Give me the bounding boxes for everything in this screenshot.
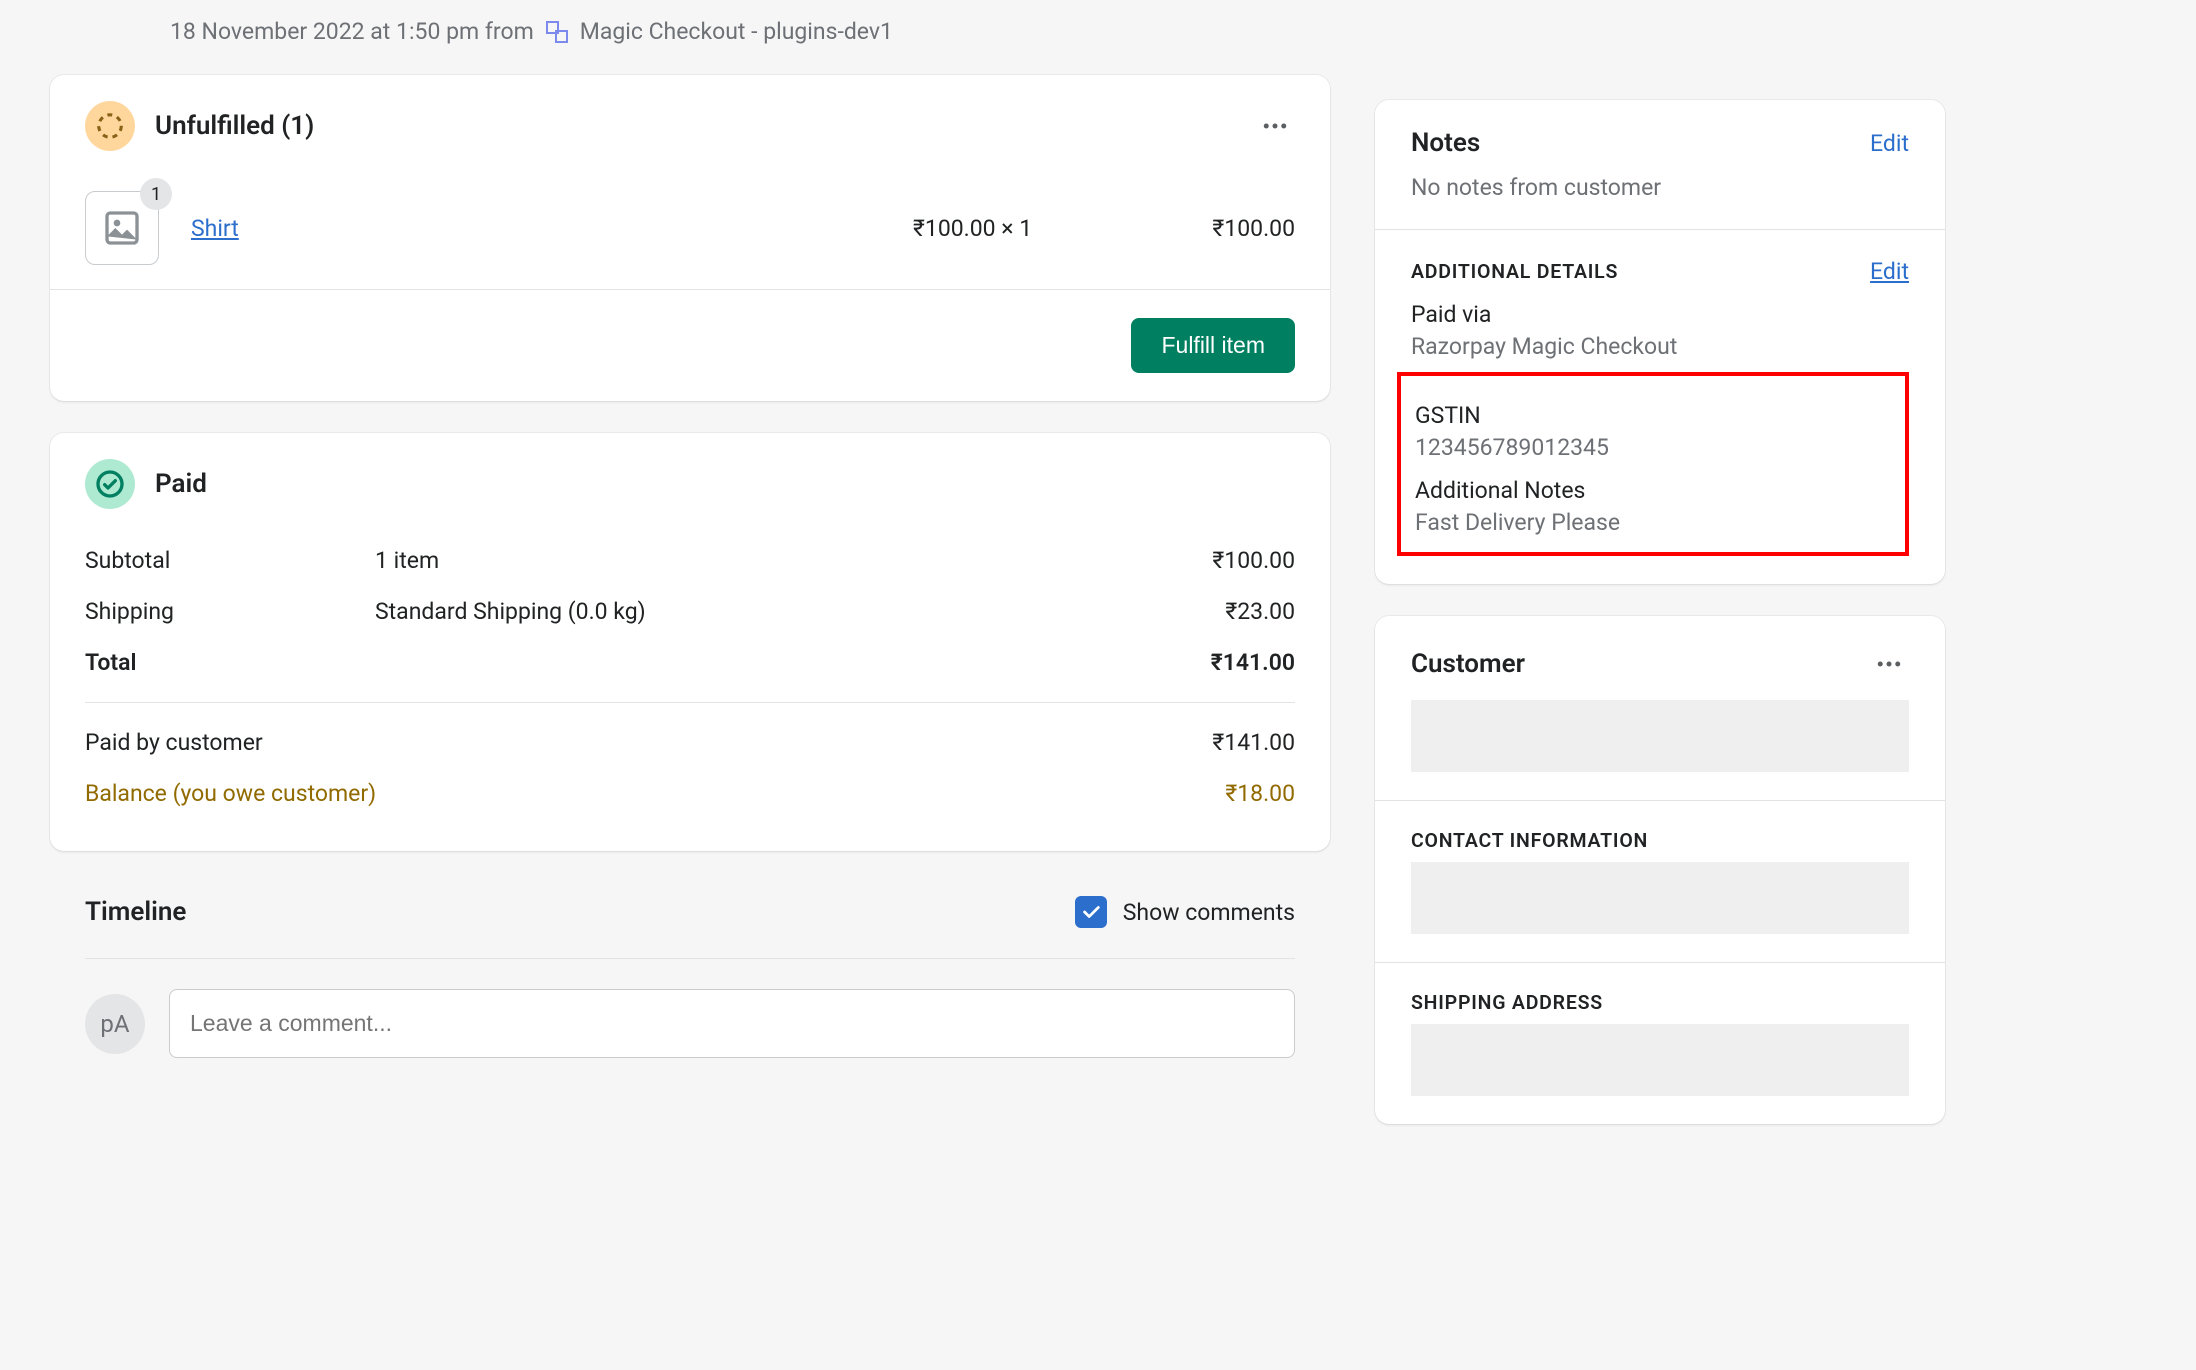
- fulfillment-more-button[interactable]: [1255, 106, 1295, 146]
- payment-card: Paid Subtotal 1 item ₹100.00 Shipping St…: [50, 433, 1330, 851]
- contact-info-title: CONTACT INFORMATION: [1411, 829, 1909, 852]
- line-item-price: ₹100.00: [1145, 215, 1295, 242]
- notes-title: Notes: [1411, 128, 1480, 158]
- shipping-address-title: SHIPPING ADDRESS: [1411, 991, 1909, 1014]
- order-timestamp: 18 November 2022 at 1:50 pm from: [170, 18, 534, 45]
- payment-title: Paid: [155, 469, 207, 499]
- shipping-placeholder: [1411, 1024, 1909, 1096]
- fulfill-item-button[interactable]: Fulfill item: [1131, 318, 1295, 373]
- summary-row-paid: Paid by customer ₹141.00: [85, 717, 1295, 768]
- summary-row-subtotal: Subtotal 1 item ₹100.00: [85, 535, 1295, 586]
- contact-placeholder: [1411, 862, 1909, 934]
- line-item-count: 1: [140, 178, 172, 210]
- product-thumbnail: 1: [85, 191, 159, 265]
- show-comments-label: Show comments: [1123, 899, 1295, 926]
- avatar: pA: [85, 994, 145, 1054]
- detail-additional-notes: Additional Notes Fast Delivery Please: [1415, 477, 1893, 536]
- unfulfilled-badge-icon: [85, 101, 135, 151]
- line-item-qty: ₹100.00 × 1: [913, 215, 1113, 242]
- summary-row-shipping: Shipping Standard Shipping (0.0 kg) ₹23.…: [85, 586, 1295, 637]
- fulfillment-card: Unfulfilled (1) 1 Shirt ₹100.00 × 1 ₹100…: [50, 75, 1330, 401]
- customer-title: Customer: [1411, 649, 1525, 679]
- order-meta: 18 November 2022 at 1:50 pm from Magic C…: [50, 0, 2146, 75]
- customer-card: Customer CONTACT INFORMATION SHIPPING AD…: [1375, 616, 1945, 1124]
- details-edit-link[interactable]: Edit: [1870, 258, 1909, 285]
- notes-edit-link[interactable]: Edit: [1870, 130, 1909, 157]
- timeline-section: Timeline Show comments pA: [50, 851, 1330, 1058]
- highlighted-details: GSTIN 123456789012345 Additional Notes F…: [1397, 372, 1909, 556]
- summary-row-total: Total ₹141.00: [85, 637, 1295, 688]
- show-comments-checkbox[interactable]: [1075, 896, 1107, 928]
- detail-paid-via: Paid via Razorpay Magic Checkout: [1411, 301, 1909, 360]
- product-link[interactable]: Shirt: [191, 215, 239, 242]
- additional-details-title: ADDITIONAL DETAILS: [1411, 260, 1618, 283]
- notes-card: Notes Edit No notes from customer ADDITI…: [1375, 100, 1945, 584]
- detail-gstin: GSTIN 123456789012345: [1415, 402, 1893, 461]
- app-icon: [546, 21, 568, 43]
- line-item: 1 Shirt ₹100.00 × 1 ₹100.00: [50, 167, 1330, 289]
- notes-empty-text: No notes from customer: [1411, 174, 1909, 201]
- comment-input[interactable]: [169, 989, 1295, 1058]
- paid-badge-icon: [85, 459, 135, 509]
- timeline-title: Timeline: [85, 897, 186, 927]
- fulfillment-title: Unfulfilled (1): [155, 111, 314, 141]
- customer-more-button[interactable]: [1869, 644, 1909, 684]
- order-source-app: Magic Checkout - plugins-dev1: [580, 18, 893, 45]
- summary-row-balance: Balance (you owe customer) ₹18.00: [85, 768, 1295, 819]
- customer-placeholder: [1411, 700, 1909, 772]
